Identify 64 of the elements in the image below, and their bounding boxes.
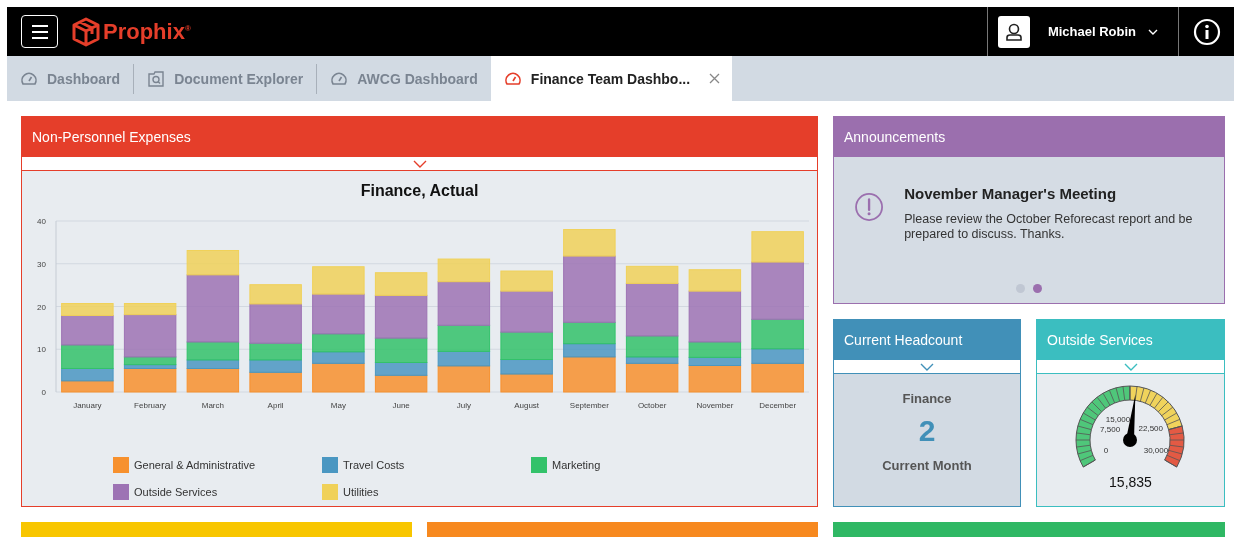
axis-category-label: April xyxy=(267,401,284,410)
announcement-text: Please review the October Reforecast report and be prepared to discuss. Thanks. xyxy=(904,212,1194,242)
announcement-title: November Manager's Meeting xyxy=(904,185,1118,202)
axis-category-label: October xyxy=(637,401,667,410)
chart-title: Finance, Actual xyxy=(359,182,480,200)
axis-category-label: November xyxy=(696,401,734,410)
axis-category-label: January xyxy=(73,401,102,410)
department-label: Finance xyxy=(902,391,952,406)
axis-category-label: July xyxy=(456,401,471,410)
user-avatar-icon[interactable] xyxy=(997,15,1030,48)
gauge-icon xyxy=(20,70,38,87)
legend-label: General & Administrative xyxy=(134,459,256,471)
tab[interactable]: Dashboard xyxy=(7,56,134,101)
user-menu-button[interactable]: Michael Robin xyxy=(1047,24,1168,39)
brand-name: Prophix$^{®}$ xyxy=(103,18,191,45)
gauge-reading: 15,835 xyxy=(1109,474,1152,490)
gauge-scale-label: 7,500 xyxy=(1100,424,1121,434)
axis-category-label: August xyxy=(514,401,540,410)
gauge-scale-label: 22,500 xyxy=(1138,424,1163,433)
legend-label: Utilities xyxy=(343,486,379,498)
chevron-down-icon xyxy=(1148,28,1158,35)
legend-swatch xyxy=(113,457,129,473)
axis-category-label: June xyxy=(392,401,410,410)
panel-header: Outside Services xyxy=(1037,320,1224,360)
legend-swatch xyxy=(322,457,338,473)
gauge-icon xyxy=(503,70,522,87)
gauge-scale-label: 0 xyxy=(1103,445,1109,455)
period-label: Current Month xyxy=(882,458,972,473)
tab[interactable]: Document Explorer xyxy=(134,56,317,101)
tab[interactable]: Finance Team Dashbo... xyxy=(490,56,733,101)
chevron-down-icon[interactable] xyxy=(920,362,934,371)
panel-header: Announcements xyxy=(834,117,1224,157)
bar-segment xyxy=(500,373,553,393)
headcount-value: 2 xyxy=(918,414,936,448)
axis-category-label: March xyxy=(201,401,224,410)
axis-category-label: September xyxy=(569,401,609,410)
panel-header: Current Headcount xyxy=(834,320,1020,360)
chevron-down-icon[interactable] xyxy=(1123,362,1138,371)
cube-logo-icon xyxy=(72,16,100,47)
legend-swatch xyxy=(113,484,129,500)
legend-swatch xyxy=(531,457,547,473)
legend-label: Travel Costs xyxy=(343,459,405,471)
axis-tick-label: 0 xyxy=(41,388,46,397)
carousel-dot[interactable] xyxy=(1033,284,1042,293)
gauge-scale-label: 30,000 xyxy=(1143,446,1169,456)
menu-icon xyxy=(30,24,49,39)
tab[interactable]: AWCG Dashboard xyxy=(317,56,491,101)
document-search-icon xyxy=(147,70,166,87)
axis-tick-label: 40 xyxy=(37,217,46,226)
menu-button[interactable] xyxy=(21,15,58,48)
legend-label: Outside Services xyxy=(134,486,218,498)
axis-tick-label: 20 xyxy=(37,302,46,312)
gauge-scale-label: 15,000 xyxy=(1105,415,1131,425)
legend-swatch xyxy=(322,484,338,500)
legend-label: Marketing xyxy=(552,459,601,471)
gauge-icon xyxy=(330,70,349,87)
chevron-down-icon[interactable] xyxy=(412,159,427,168)
axis-category-label: December xyxy=(759,401,797,410)
axis-category-label: February xyxy=(134,401,167,410)
axis-tick-label: 30 xyxy=(37,259,46,269)
axis-tick-label: 10 xyxy=(37,345,46,355)
panel-header: Non-Personnel Expenses xyxy=(22,117,817,157)
info-icon xyxy=(1192,17,1221,46)
axis-category-label: May xyxy=(330,401,346,410)
